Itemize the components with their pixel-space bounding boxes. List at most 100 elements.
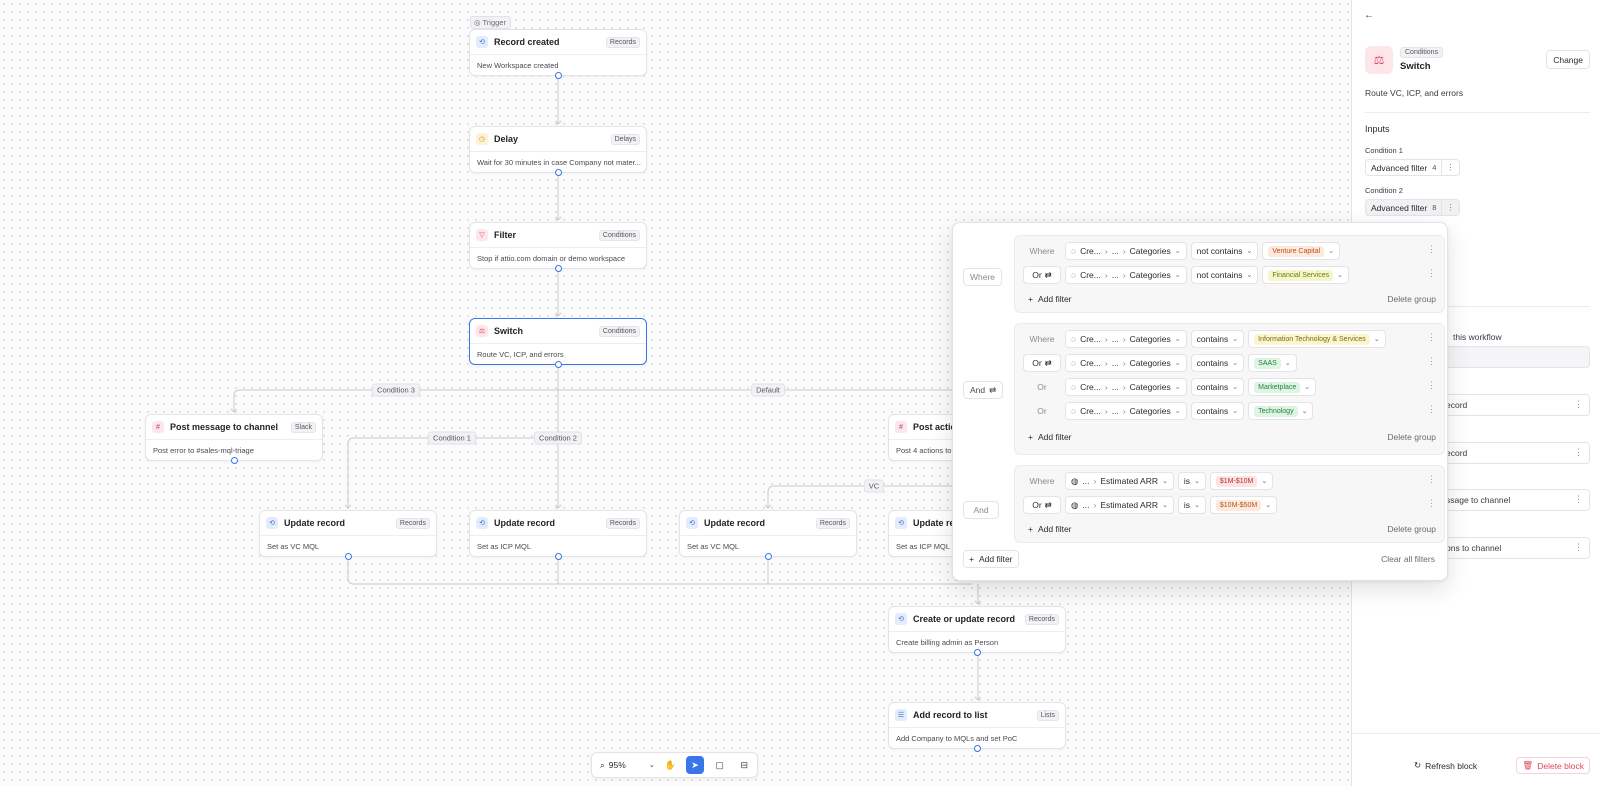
change-block-button[interactable]: Change (1546, 50, 1590, 69)
delete-group-button[interactable]: Delete group (1387, 524, 1436, 534)
attribute-select[interactable]: ◍... › Estimated ARR ⌄ (1065, 496, 1174, 514)
block-description[interactable]: Route VC, ICP, and errors (1365, 88, 1463, 98)
swap-icon: ⇄ (1044, 499, 1052, 510)
node-update-record-2[interactable]: ⟲ Update record Records Set as ICP MQL (469, 510, 647, 560)
select-tool-button[interactable]: ➤ (686, 756, 704, 774)
group-connector-toggle[interactable]: And ⇄ (963, 381, 1004, 399)
separator-icon: › (1093, 500, 1097, 510)
row-connector-toggle[interactable]: Or ⇄ (1023, 266, 1061, 284)
output-port[interactable] (230, 457, 238, 464)
layout-icon: ⊟ (740, 759, 748, 770)
output-port[interactable] (973, 649, 981, 656)
node-tag: Conditions (598, 325, 640, 337)
layout-tool-button[interactable]: ⊟ (735, 756, 753, 774)
value-select[interactable]: Venture Capital ⌄ (1262, 242, 1341, 260)
output-port[interactable] (554, 169, 562, 176)
row-connector-toggle[interactable]: Or ⇄ (1023, 354, 1061, 372)
output-port[interactable] (764, 553, 772, 560)
output-port[interactable] (973, 745, 981, 752)
node-title: Post message to channel (170, 422, 279, 432)
condition-1-filter-button[interactable]: Advanced filter 4 ⋮ (1365, 159, 1460, 176)
output-port[interactable] (554, 72, 562, 79)
more-icon[interactable]: ⋮ (1427, 380, 1436, 391)
node-filter[interactable]: ▽ Filter Conditions Stop if attio.com doma… (469, 222, 647, 272)
operator-select[interactable]: is ⌄ (1177, 496, 1206, 514)
more-icon[interactable]: ⋮ (1427, 268, 1436, 279)
value-select[interactable]: $10M-$50M ⌄ (1209, 496, 1278, 514)
value-select[interactable]: Marketplace ⌄ (1248, 378, 1317, 396)
output-port[interactable] (554, 265, 562, 272)
row-connector-toggle[interactable]: Or ⇄ (1023, 496, 1061, 514)
operator-select[interactable]: contains ⌄ (1190, 330, 1245, 348)
add-filter-button[interactable]: + Add filter (1023, 520, 1077, 538)
delete-group-button[interactable]: Delete group (1387, 432, 1436, 442)
operator-select[interactable]: contains ⌄ (1190, 378, 1245, 396)
more-icon[interactable]: ⋮ (1427, 404, 1436, 415)
refresh-block-button[interactable]: ↻ Refresh block (1410, 757, 1481, 774)
output-port[interactable] (554, 553, 562, 560)
back-arrow-icon[interactable]: ← (1364, 10, 1374, 21)
operator-select[interactable]: contains ⌄ (1190, 354, 1245, 372)
more-icon[interactable]: ⋮ (1574, 447, 1583, 458)
output-port[interactable] (344, 553, 352, 560)
attribute-select[interactable]: ◌ Cre... ›... › Categories ⌄ (1065, 402, 1187, 420)
more-icon[interactable]: ⋮ (1441, 200, 1459, 215)
connector-label: Or (1032, 500, 1042, 510)
operator-select[interactable]: contains ⌄ (1190, 402, 1245, 420)
more-icon[interactable]: ⋮ (1427, 474, 1436, 485)
hand-tool-button[interactable]: ✋ (662, 756, 680, 774)
attribute-select[interactable]: ◌ Cre... ›... › Categories ⌄ (1065, 266, 1187, 284)
operator-select[interactable]: not contains ⌄ (1190, 242, 1259, 260)
more-icon[interactable]: ⋮ (1427, 244, 1436, 255)
add-filter-button[interactable]: + Add filter (1023, 290, 1077, 308)
separator-icon: › (1104, 246, 1108, 256)
currency-icon: ◍ (1071, 499, 1079, 510)
value-select[interactable]: $1M-$10M ⌄ (1209, 472, 1274, 490)
node-update-record-1[interactable]: ⟲ Update record Records Set as VC MQL (259, 510, 437, 560)
note-tool-button[interactable]: ▢ (711, 756, 729, 774)
node-update-record-3[interactable]: ⟲ Update record Records Set as VC MQL (679, 510, 857, 560)
filter-count: 4 (1432, 163, 1437, 172)
more-icon[interactable]: ⋮ (1427, 498, 1436, 509)
attribute-select[interactable]: ◌ Cre... ›... › Categories ⌄ (1065, 378, 1187, 396)
more-icon[interactable]: ⋮ (1427, 332, 1436, 343)
value-chip: Financial Services (1268, 269, 1334, 281)
clear-all-filters-button[interactable]: Clear all filters (1381, 554, 1435, 564)
add-filter-button[interactable]: + Add filter (1023, 428, 1077, 446)
node-desc: Set as VC MQL (687, 542, 740, 551)
output-port[interactable] (554, 361, 562, 368)
attribute-select[interactable]: ◌ Cre... ›... › Categories ⌄ (1065, 242, 1187, 260)
group-connector: Where (963, 268, 1003, 286)
more-icon[interactable]: ⋮ (1574, 494, 1583, 505)
filter-icon: ▽ (476, 229, 488, 241)
operator-select[interactable]: not contains ⌄ (1190, 266, 1259, 284)
separator-icon: › (1122, 358, 1126, 368)
attribute-select[interactable]: ◌ Cre... ›... › Categories ⌄ (1065, 354, 1187, 372)
node-switch[interactable]: ⚖ Switch Conditions Route VC, ICP, and err… (469, 318, 647, 368)
node-delay[interactable]: ◷ Delay Delays Wait for 30 minutes in case… (469, 126, 647, 176)
value-select[interactable]: Technology ⌄ (1248, 402, 1314, 420)
more-icon[interactable]: ⋮ (1427, 356, 1436, 367)
delete-group-button[interactable]: Delete group (1387, 294, 1436, 304)
node-record-created[interactable]: ⟲ Record created Records New Workspace cre… (469, 29, 647, 79)
operator-select[interactable]: is ⌄ (1177, 472, 1206, 490)
value-select[interactable]: Financial Services ⌄ (1262, 266, 1350, 284)
more-icon[interactable]: ⋮ (1574, 399, 1583, 410)
attribute-select[interactable]: ◌ Cre... ›... › Categories ⌄ (1065, 330, 1187, 348)
attr-prefix: Cre... (1080, 246, 1101, 256)
node-create-or-update-record[interactable]: ⟲ Create or update record Records Create b… (888, 606, 1066, 656)
zoom-control[interactable]: ⌕ 95% ⌄ (596, 760, 655, 771)
slack-icon: # (152, 421, 164, 433)
add-filter-button[interactable]: + Add filter (963, 550, 1019, 568)
delete-block-button[interactable]: 🗑 Delete block (1516, 757, 1590, 774)
chevron-down-icon: ⌄ (1174, 360, 1181, 367)
value-select[interactable]: Information Technology & Services ⌄ (1248, 330, 1386, 348)
node-post-message[interactable]: # Post message to channel Slack Post error… (145, 414, 323, 464)
more-icon[interactable]: ⋮ (1441, 160, 1459, 175)
node-add-record-to-list[interactable]: ☰ Add record to list Lists Add Company to … (888, 702, 1066, 752)
attribute-select[interactable]: ◍... › Estimated ARR ⌄ (1065, 472, 1174, 490)
condition-2-filter-button[interactable]: Advanced filter 8 ⋮ (1365, 199, 1460, 216)
value-select[interactable]: SAAS ⌄ (1248, 354, 1297, 372)
operator-label: is (1183, 500, 1191, 510)
more-icon[interactable]: ⋮ (1574, 542, 1583, 553)
